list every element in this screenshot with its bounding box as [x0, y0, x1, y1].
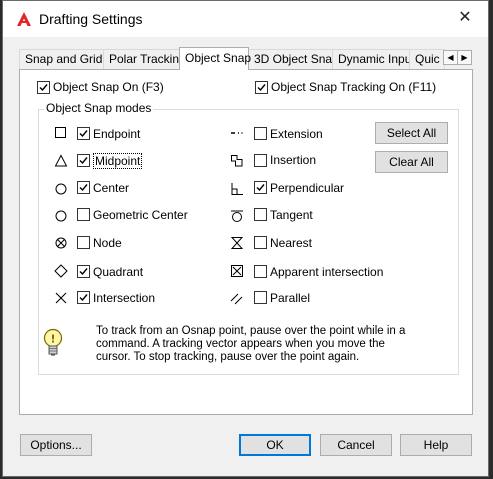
- intersection-label: Intersection: [93, 291, 156, 305]
- tangent-label: Tangent: [270, 208, 313, 222]
- tab-bar: Snap and Grid Polar Tracking Object Snap…: [19, 47, 472, 70]
- insertion-label: Insertion: [270, 153, 317, 167]
- endpoint-checkbox[interactable]: [77, 127, 90, 140]
- extension-dash-dot-icon: [231, 132, 243, 134]
- center-checkbox[interactable]: [77, 181, 90, 194]
- insertion-icon: [231, 155, 243, 167]
- tab-snap-and-grid[interactable]: Snap and Grid: [19, 49, 104, 69]
- node-label: Node: [93, 236, 122, 250]
- object-snap-on-checkbox[interactable]: [37, 81, 50, 94]
- geometric-center-checkbox[interactable]: [77, 208, 90, 221]
- tangent-icon: [231, 210, 243, 222]
- tab-scroll-right-icon[interactable]: ▶: [457, 50, 472, 65]
- quadrant-diamond-icon: [54, 264, 68, 278]
- help-button[interactable]: Help: [400, 434, 472, 456]
- close-icon[interactable]: ✕: [454, 7, 476, 29]
- select-all-button[interactable]: Select All: [375, 122, 448, 144]
- nearest-hourglass-icon: [230, 237, 244, 249]
- tangent-checkbox[interactable]: [254, 208, 267, 221]
- options-button[interactable]: Options...: [20, 434, 92, 456]
- midpoint-triangle-icon: [54, 154, 68, 167]
- tab-quick-properties[interactable]: Quic: [409, 49, 445, 69]
- geometric-center-circle-icon: [55, 210, 67, 222]
- extension-label: Extension: [270, 127, 323, 141]
- perpendicular-icon: [231, 183, 243, 195]
- svg-text:!: !: [50, 333, 55, 346]
- title-bar: Drafting Settings ✕: [3, 1, 488, 37]
- object-snap-tracking-on-checkbox[interactable]: [255, 81, 268, 94]
- quadrant-label: Quadrant: [93, 265, 144, 279]
- center-label: Center: [93, 181, 130, 195]
- lightbulb-icon: !: [43, 328, 63, 356]
- perpendicular-label: Perpendicular: [270, 181, 345, 195]
- clear-all-button[interactable]: Clear All: [375, 151, 448, 173]
- midpoint-label: Midpoint: [93, 153, 143, 169]
- center-circle-icon: [55, 183, 67, 195]
- parallel-checkbox[interactable]: [254, 291, 267, 304]
- cancel-button[interactable]: Cancel: [320, 434, 392, 456]
- quadrant-checkbox[interactable]: [77, 265, 90, 278]
- perpendicular-checkbox[interactable]: [254, 181, 267, 194]
- apparent-intersection-checkbox[interactable]: [254, 265, 267, 278]
- object-snap-modes-title: Object Snap modes: [44, 101, 154, 115]
- window-title: Drafting Settings: [39, 11, 143, 27]
- tab-dynamic-input[interactable]: Dynamic Input: [332, 49, 415, 69]
- geometric-center-label: Geometric Center: [93, 208, 188, 222]
- tab-polar-tracking[interactable]: Polar Tracking: [103, 49, 186, 69]
- drafting-settings-dialog: Drafting Settings ✕ Snap and Grid Polar …: [2, 0, 489, 477]
- object-snap-on-label: Object Snap On (F3): [53, 80, 164, 94]
- intersection-checkbox[interactable]: [77, 291, 90, 304]
- node-checkbox[interactable]: [77, 236, 90, 249]
- tab-object-snap[interactable]: Object Snap: [179, 47, 251, 70]
- insertion-checkbox[interactable]: [254, 154, 267, 167]
- apparent-intersection-label: Apparent intersection: [270, 265, 384, 279]
- object-snap-tracking-on-label: Object Snap Tracking On (F11): [271, 80, 437, 94]
- intersection-x-icon: [55, 292, 67, 304]
- endpoint-label: Endpoint: [93, 127, 141, 141]
- ok-button[interactable]: OK: [239, 434, 311, 456]
- endpoint-square-icon: [55, 127, 66, 138]
- tracking-info-text: To track from an Osnap point, pause over…: [96, 325, 406, 363]
- object-snap-panel: Object Snap On (F3) Object Snap Tracking…: [19, 69, 473, 415]
- nearest-label: Nearest: [270, 236, 313, 250]
- tab-3d-object-snap[interactable]: 3D Object Snap: [248, 49, 339, 69]
- midpoint-checkbox[interactable]: [77, 154, 90, 167]
- autocad-logo-icon: [17, 12, 31, 26]
- extension-checkbox[interactable]: [254, 127, 267, 140]
- tab-scroll-left-icon[interactable]: ◀: [443, 50, 458, 65]
- node-circle-x-icon: [55, 237, 67, 249]
- parallel-label: Parallel: [270, 291, 311, 305]
- nearest-checkbox[interactable]: [254, 236, 267, 249]
- apparent-intersection-square-x-icon: [231, 265, 243, 277]
- parallel-icon: [230, 293, 243, 305]
